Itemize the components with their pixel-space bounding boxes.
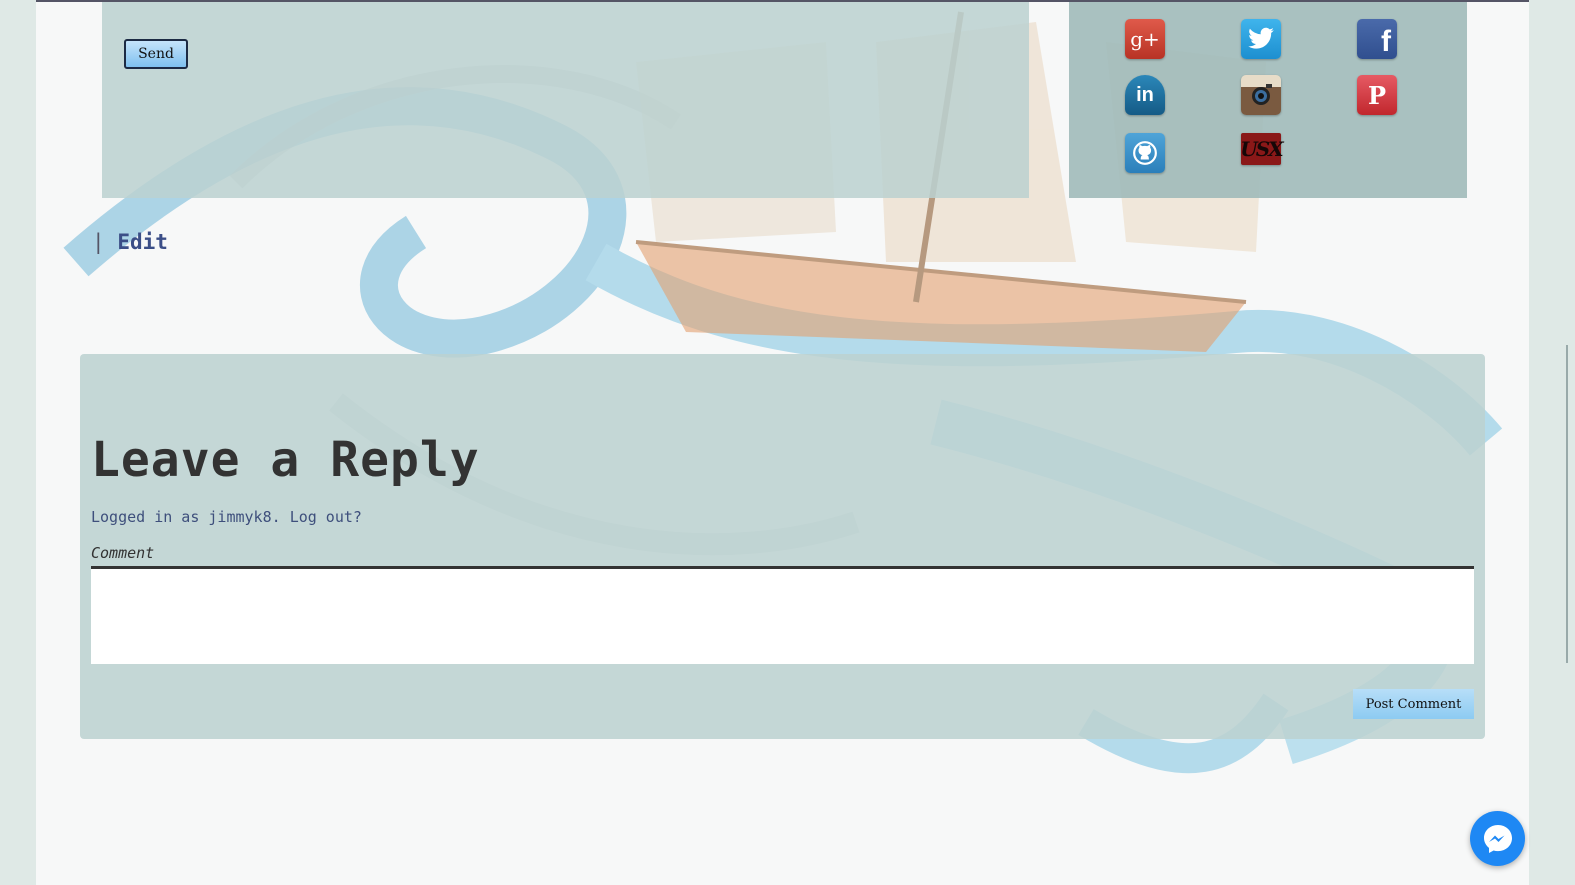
- github-icon[interactable]: [1125, 133, 1165, 173]
- messenger-chat-button[interactable]: [1470, 811, 1525, 866]
- log-out-link[interactable]: Log out?: [290, 508, 362, 526]
- logged-in-line: Logged in as jimmyk8. Log out?: [91, 508, 362, 526]
- instagram-icon[interactable]: [1241, 75, 1281, 115]
- post-meta-line: | Edit: [92, 230, 168, 254]
- send-button[interactable]: Send: [124, 39, 188, 69]
- meta-separator: |: [92, 230, 105, 254]
- username-link[interactable]: jimmyk8: [208, 508, 271, 526]
- contact-form-panel: Send: [102, 2, 1029, 198]
- linkedin-icon[interactable]: in: [1125, 75, 1165, 115]
- social-icons-panel: g+ f in P USX: [1069, 2, 1467, 198]
- post-comment-button[interactable]: Post Comment: [1353, 689, 1474, 719]
- reply-title: Leave a Reply: [91, 432, 480, 488]
- scrollbar-indicator[interactable]: [1566, 345, 1568, 663]
- custom-logo-icon[interactable]: USX: [1240, 133, 1284, 165]
- comment-textarea[interactable]: [91, 566, 1474, 664]
- edit-link[interactable]: Edit: [117, 230, 168, 254]
- page: Send g+ f in P USX | Edit Leave a Reply …: [36, 0, 1529, 885]
- twitter-icon[interactable]: [1241, 19, 1281, 59]
- period: .: [271, 508, 281, 526]
- comment-label: Comment: [91, 544, 155, 562]
- google-plus-icon[interactable]: g+: [1125, 19, 1165, 59]
- facebook-icon[interactable]: f: [1357, 19, 1397, 59]
- reply-panel: Leave a Reply Logged in as jimmyk8. Log …: [80, 354, 1485, 739]
- messenger-icon: [1483, 824, 1512, 853]
- logged-in-prefix: Logged in as: [91, 508, 200, 526]
- pinterest-icon[interactable]: P: [1357, 75, 1397, 115]
